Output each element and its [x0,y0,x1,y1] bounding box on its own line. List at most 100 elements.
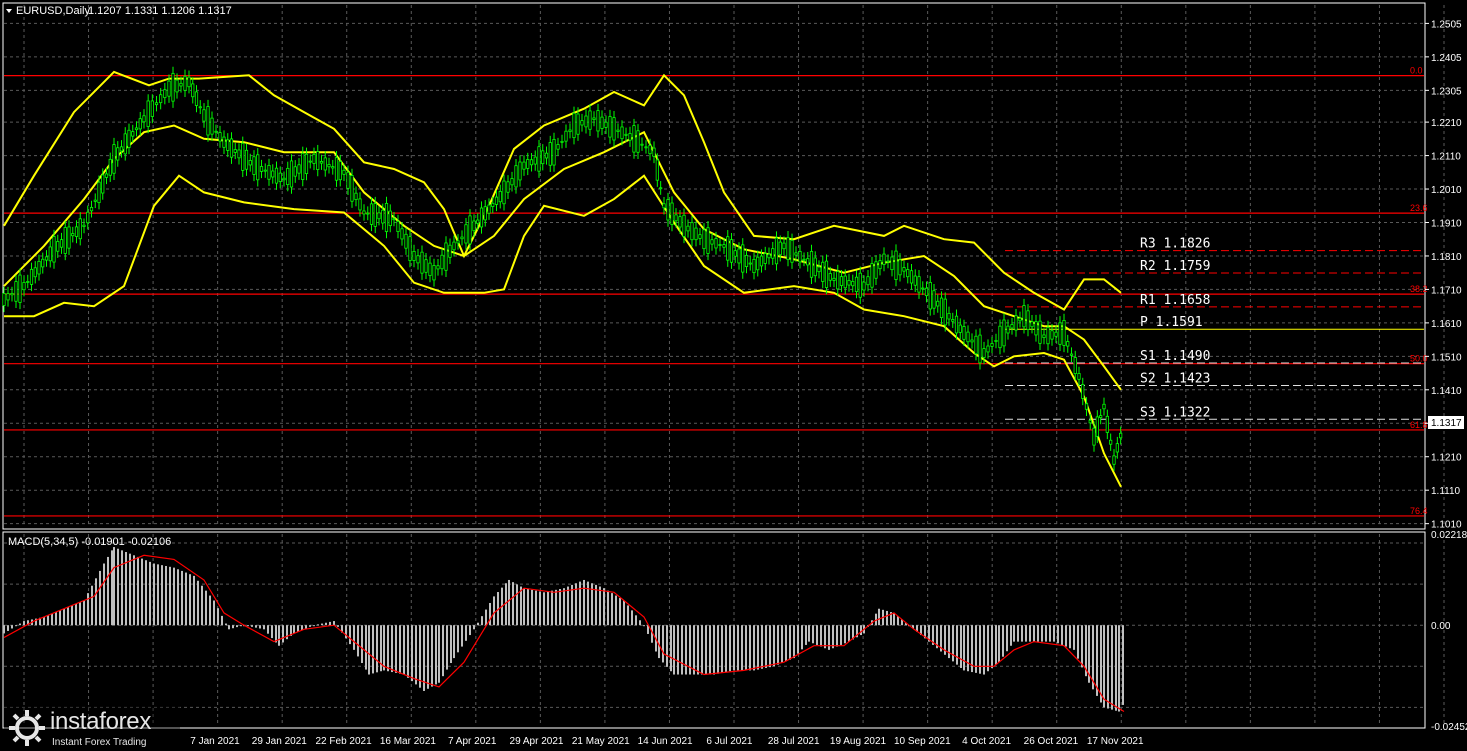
candle-body [748,262,752,265]
macd-histogram-bar [599,586,601,626]
candle-body [510,178,514,186]
macd-histogram-bar [446,625,448,670]
price-tick-label: 1.2210 [1431,118,1462,129]
macd-histogram-bar [765,625,767,668]
macd-histogram-bar [209,595,211,626]
macd-histogram-bar [201,585,203,626]
candle-body [666,199,670,221]
macd-histogram-bar [317,624,319,626]
pivot-label: S1 1.1490 [1140,349,1210,364]
macd-histogram-bar [247,625,249,627]
instaforex-logo: instaforex Instant Forex Trading [4,706,180,750]
candle-body [990,343,994,347]
candle-body [282,177,286,181]
candle-body [522,161,526,170]
candle-body [494,196,499,205]
candle-body [1092,427,1096,446]
macd-histogram-bar [99,570,101,626]
macd-histogram-bar [185,572,187,626]
macd-tick-label: 0.00 [1431,621,1451,632]
candle-body [1088,419,1092,424]
candle-body [943,298,947,326]
macd-histogram-bar [263,625,265,630]
candle-body [870,263,874,288]
macd-histogram-bar [1053,625,1055,642]
candle-body [798,251,802,263]
date-tick-label: 29 Jan 2021 [252,736,307,747]
macd-histogram-bar [63,608,65,626]
date-tick-label: 10 Sep 2021 [894,736,951,747]
candle-body [572,112,576,139]
candle-body [248,160,252,166]
candle-body [821,261,825,282]
candle-body [241,142,245,171]
candle-body [44,256,49,261]
macd-histogram-bar [520,586,522,626]
brand-name: instaforex [50,708,152,735]
candle-body [222,136,226,148]
candle-body [1109,439,1113,445]
candle-body [790,239,794,263]
candle-body [440,254,444,270]
macd-histogram-bar [469,625,471,636]
macd-tick-label: 0.02218 [1431,530,1467,541]
candle-body [171,73,175,102]
candle-body [744,254,749,267]
candle-body [682,214,686,237]
macd-histogram-bar [539,591,541,626]
candle-body [342,169,346,175]
candle-body [1046,327,1050,345]
price-tick-label: 1.2305 [1431,86,1462,97]
candle-body [400,228,404,240]
macd-histogram-bar [1061,625,1063,645]
macd-histogram-bar [878,608,880,626]
macd-histogram-bar [361,625,363,664]
candle-body [958,324,962,333]
candle-body [1084,403,1089,410]
macd-histogram-bar [411,625,413,682]
candle-body [334,157,339,181]
macd-histogram-bar [1065,625,1067,647]
macd-histogram-bar [173,567,175,626]
macd-histogram-bar [769,625,771,668]
macd-histogram-bar [282,625,284,643]
macd-histogram-bar [11,625,13,629]
candle-body [636,130,640,153]
macd-histogram-bar [543,592,545,626]
candle-body [600,116,604,129]
candle-body [498,190,502,203]
candle-body [702,229,706,250]
candle-body [932,290,936,309]
macd-histogram-bar [213,600,215,626]
candle-body [624,133,628,136]
macd-histogram-bar [848,625,850,642]
candle-body [301,152,305,180]
candle-body [396,221,400,232]
candle-body [928,282,932,310]
macd-histogram-bar [161,565,163,626]
macd-histogram-bar [321,623,323,626]
candle-body [655,159,659,181]
candle-body [882,253,886,265]
candle-body [237,149,241,159]
candle-body [428,262,432,276]
candle-body [59,239,64,248]
candle-body [274,167,279,184]
fibonacci-label: 50.0 [1410,354,1428,364]
macd-histogram-bar [757,625,759,670]
candle-body [112,144,116,174]
candle-body [628,133,632,141]
candle-body [718,244,722,246]
macd-histogram-bar [559,589,561,626]
candle-body [108,158,112,176]
macd-histogram-bar [83,600,85,626]
candle-body [537,146,541,172]
macd-histogram-bar [508,579,510,626]
candle-body [771,248,775,259]
macd-histogram-bar [1077,625,1079,659]
macd-histogram-bar [523,588,525,626]
candle-body [686,225,690,232]
macd-histogram-bar [840,625,842,645]
macd-histogram-bar [733,625,735,671]
candle-body [1062,320,1066,346]
